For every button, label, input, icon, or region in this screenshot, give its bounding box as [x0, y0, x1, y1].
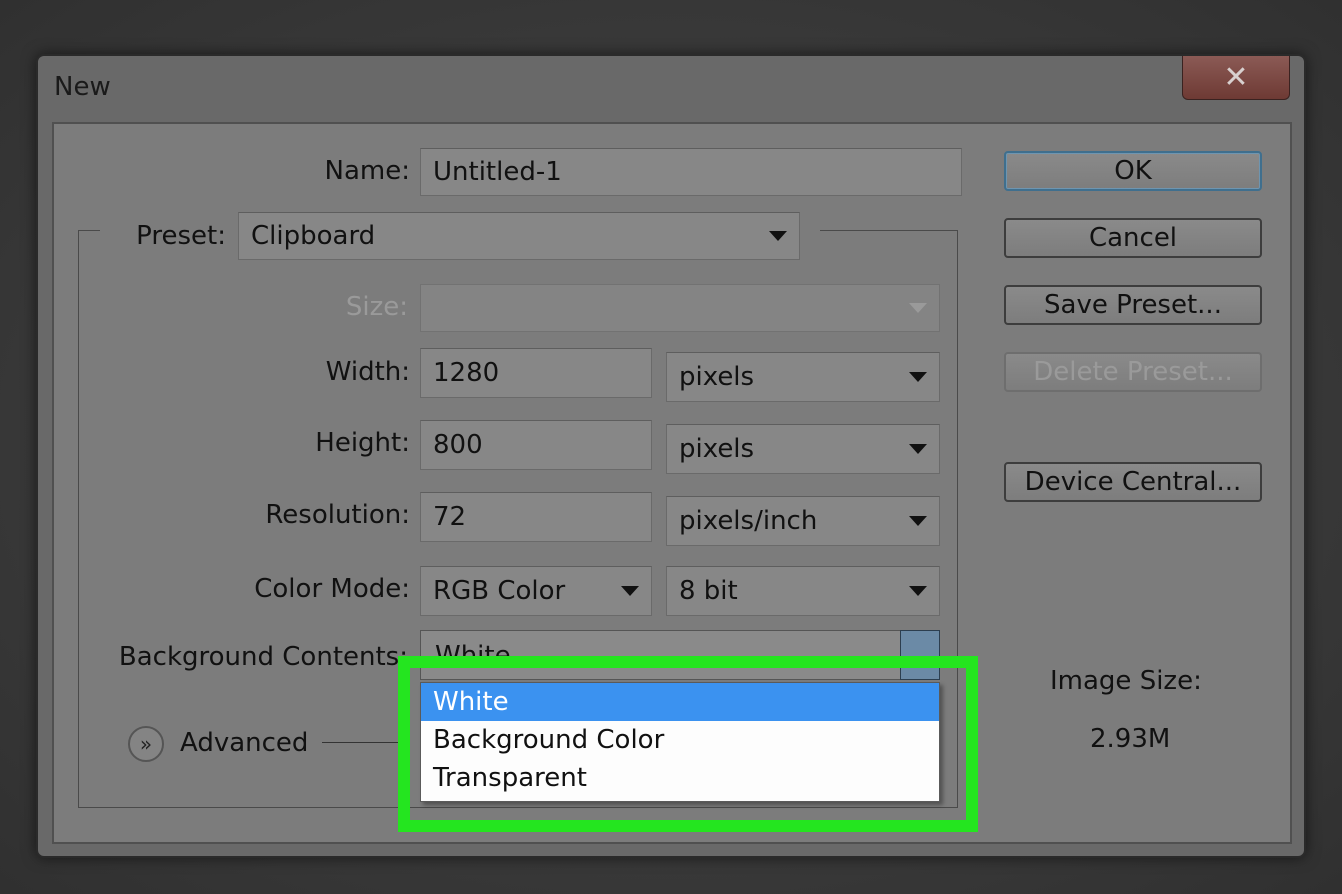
- dialog-title: New: [54, 72, 111, 102]
- width-unit-value: pixels: [679, 362, 755, 392]
- width-unit-select[interactable]: pixels: [666, 352, 940, 402]
- image-size-label: Image Size:: [1050, 666, 1202, 696]
- chevron-down-icon: [909, 586, 927, 596]
- preset-value: Clipboard: [251, 221, 376, 251]
- advanced-divider: [322, 742, 402, 743]
- resolution-unit-value: pixels/inch: [679, 506, 818, 536]
- preset-label: Preset:: [136, 221, 226, 251]
- size-label: Size:: [345, 292, 408, 322]
- dropdown-item-transparent[interactable]: Transparent: [421, 759, 939, 797]
- height-label: Height:: [315, 428, 410, 458]
- dropdown-item-background-color[interactable]: Background Color: [421, 721, 939, 759]
- resolution-unit-select[interactable]: pixels/inch: [666, 496, 940, 546]
- resolution-label: Resolution:: [265, 500, 410, 530]
- dropdown-item-white[interactable]: White: [421, 683, 939, 721]
- resolution-input[interactable]: 72: [420, 492, 652, 542]
- background-contents-label: Background Contents:: [118, 642, 408, 672]
- width-input[interactable]: 1280: [420, 348, 652, 398]
- name-label: Name:: [324, 156, 410, 186]
- chevron-down-icon: [909, 372, 927, 382]
- cancel-button[interactable]: Cancel: [1004, 218, 1262, 258]
- width-label: Width:: [325, 357, 410, 387]
- color-mode-value: RGB Color: [433, 576, 566, 606]
- ok-button[interactable]: OK: [1004, 151, 1262, 191]
- save-preset-button[interactable]: Save Preset...: [1004, 285, 1262, 325]
- height-input[interactable]: 800: [420, 420, 652, 470]
- close-button[interactable]: ✕: [1182, 56, 1290, 100]
- image-size-value: 2.93M: [1090, 724, 1171, 754]
- chevron-down-icon: [909, 444, 927, 454]
- size-select: [420, 284, 940, 332]
- bit-depth-select[interactable]: 8 bit: [666, 566, 940, 616]
- close-icon: ✕: [1223, 60, 1249, 95]
- expand-advanced-icon[interactable]: »: [128, 726, 164, 762]
- preset-select[interactable]: Clipboard: [238, 212, 800, 260]
- delete-preset-button: Delete Preset...: [1004, 352, 1262, 392]
- height-unit-select[interactable]: pixels: [666, 424, 940, 474]
- color-mode-label: Color Mode:: [254, 574, 410, 604]
- name-input[interactable]: Untitled-1: [420, 148, 962, 196]
- background-dropdown-list[interactable]: White Background Color Transparent: [420, 682, 940, 802]
- chevron-down-icon: [621, 586, 639, 596]
- device-central-button[interactable]: Device Central...: [1004, 462, 1262, 502]
- height-unit-value: pixels: [679, 434, 755, 464]
- chevron-down-icon: [769, 231, 787, 241]
- color-mode-select[interactable]: RGB Color: [420, 566, 652, 616]
- chevron-down-icon: [909, 303, 927, 313]
- advanced-label: Advanced: [180, 728, 309, 758]
- chevron-down-icon: [909, 516, 927, 526]
- bit-depth-value: 8 bit: [679, 576, 738, 606]
